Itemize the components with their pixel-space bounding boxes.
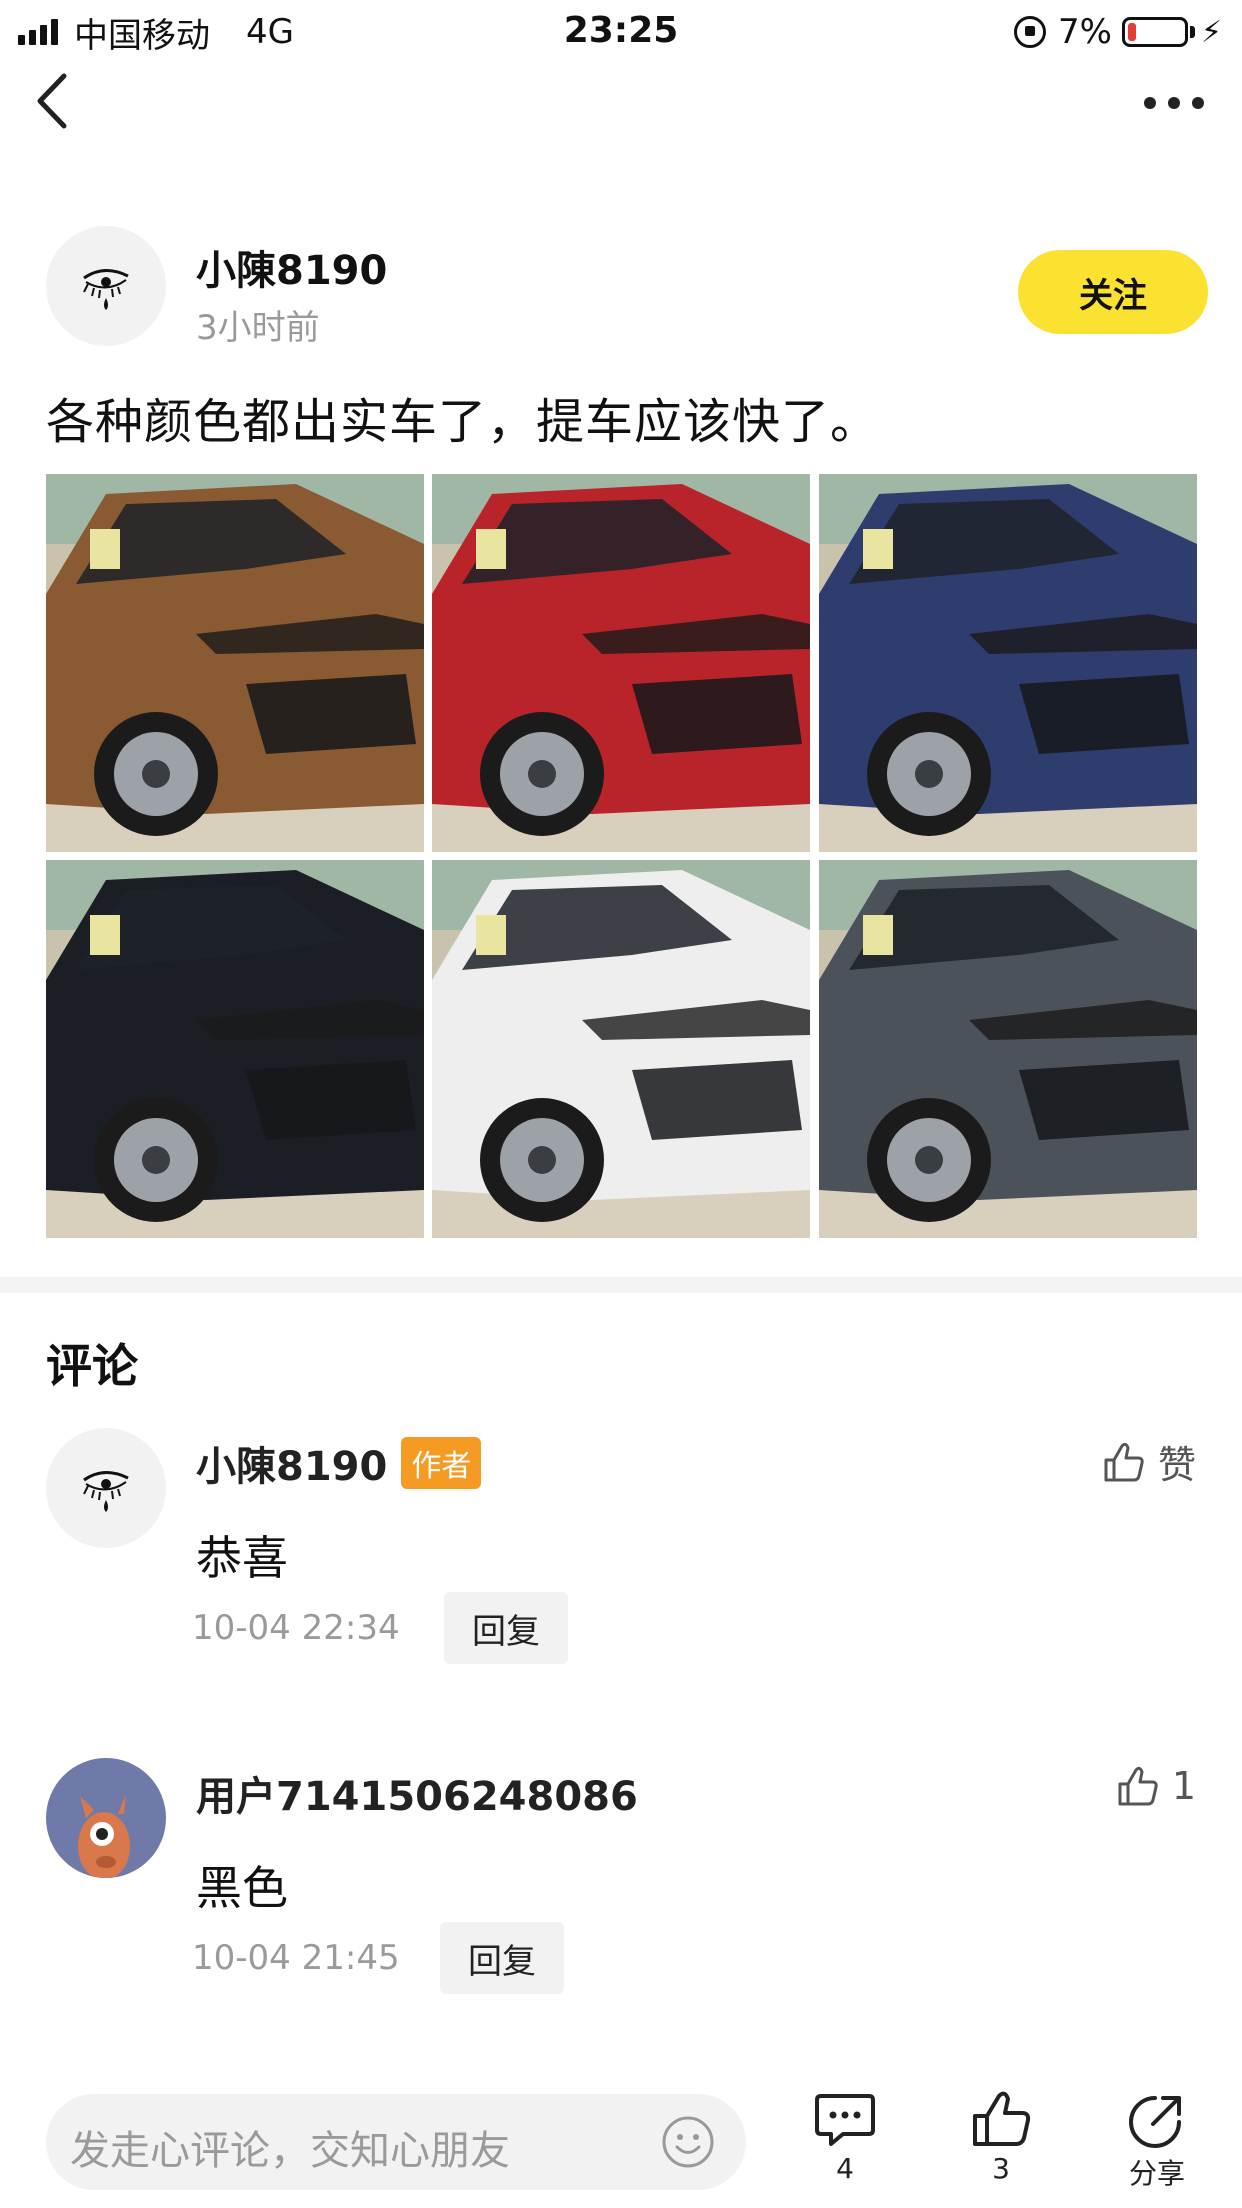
- car-image: [819, 860, 1197, 1238]
- author-name[interactable]: 小陳8190: [196, 238, 387, 296]
- follow-button[interactable]: 关注: [1018, 250, 1208, 334]
- share-label: 分享: [1128, 2157, 1185, 2190]
- eye-sketch-avatar-icon: [83, 269, 129, 310]
- like-label: 赞: [1157, 1443, 1196, 1487]
- comment-bubble-icon: [815, 2094, 875, 2146]
- car-photo-brown[interactable]: [46, 474, 424, 852]
- car-photo-black[interactable]: [46, 860, 424, 1238]
- rotation-lock-icon: [1013, 16, 1046, 48]
- chevron-left-icon: [37, 73, 67, 129]
- battery-icon: [1121, 17, 1188, 47]
- comments-button[interactable]: 4: [790, 2090, 900, 2185]
- more-dot: [1168, 97, 1180, 109]
- comment-date: 10-04 21:45: [192, 1938, 400, 1978]
- comment-avatar[interactable]: [46, 1758, 166, 1878]
- comment-like-button[interactable]: 1: [1116, 1764, 1196, 1808]
- comment-author-label: 小陳8190: [196, 1444, 388, 1490]
- back-button[interactable]: [28, 70, 78, 132]
- thumbs-up-icon: [1118, 1766, 1158, 1806]
- charging-bolt-icon: ⚡: [1200, 14, 1222, 50]
- share-button[interactable]: 分享: [1102, 2090, 1212, 2192]
- comment-author-name[interactable]: 用户7141506248086: [196, 1764, 638, 1822]
- eye-sketch-avatar-icon: [83, 1471, 129, 1512]
- comment-count: 4: [836, 2152, 854, 2185]
- car-image: [46, 474, 424, 852]
- car-image: [46, 860, 424, 1238]
- status-right: 7% ⚡: [1013, 12, 1222, 52]
- more-button[interactable]: [1144, 88, 1204, 118]
- comment-like-button[interactable]: 赞: [1102, 1434, 1196, 1489]
- reply-button[interactable]: 回复: [440, 1922, 564, 1994]
- battery-percent: 7%: [1057, 12, 1112, 52]
- car-image: [432, 474, 810, 852]
- comments-title: 评论: [46, 1339, 138, 1393]
- car-photo-blue[interactable]: [819, 474, 1197, 852]
- comment-text: 恭喜: [196, 1531, 288, 1585]
- battery-level: [1127, 23, 1136, 41]
- car-image: [819, 474, 1197, 852]
- like-count: 3: [992, 2152, 1010, 2185]
- section-divider: [0, 1277, 1242, 1293]
- battery-tip: [1189, 26, 1195, 38]
- car-image: [432, 860, 810, 1238]
- status-bar: 中国移动 4G 23:25 7% ⚡: [0, 0, 1242, 62]
- comment-input-placeholder: 发走心评论，交知心朋友: [70, 2128, 510, 2174]
- share-icon: [1129, 2096, 1181, 2148]
- cartoon-creature-avatar-icon: [78, 1794, 130, 1878]
- author-avatar[interactable]: [46, 226, 166, 346]
- comment-author-name[interactable]: 小陳8190 作者: [196, 1434, 482, 1492]
- comment-avatar[interactable]: [46, 1428, 166, 1548]
- emoji-icon[interactable]: [660, 2114, 716, 2170]
- like-count: 1: [1171, 1764, 1196, 1808]
- post-text: 各种颜色都出实车了，提车应该快了。: [46, 394, 880, 450]
- thumbs-up-icon: [1104, 1442, 1144, 1481]
- more-dot: [1144, 97, 1156, 109]
- reply-button[interactable]: 回复: [444, 1592, 568, 1664]
- comment-text: 黑色: [196, 1861, 288, 1915]
- car-photo-red[interactable]: [432, 474, 810, 852]
- thumbs-up-icon: [973, 2091, 1031, 2146]
- post-time: 3小时前: [196, 308, 320, 348]
- author-badge: 作者: [401, 1437, 482, 1489]
- comment-date: 10-04 22:34: [192, 1608, 400, 1648]
- more-dot: [1192, 97, 1204, 109]
- comment-input[interactable]: 发走心评论，交知心朋友: [46, 2094, 746, 2190]
- like-button[interactable]: 3: [946, 2090, 1056, 2185]
- car-photo-white[interactable]: [432, 860, 810, 1238]
- car-photo-gray[interactable]: [819, 860, 1197, 1238]
